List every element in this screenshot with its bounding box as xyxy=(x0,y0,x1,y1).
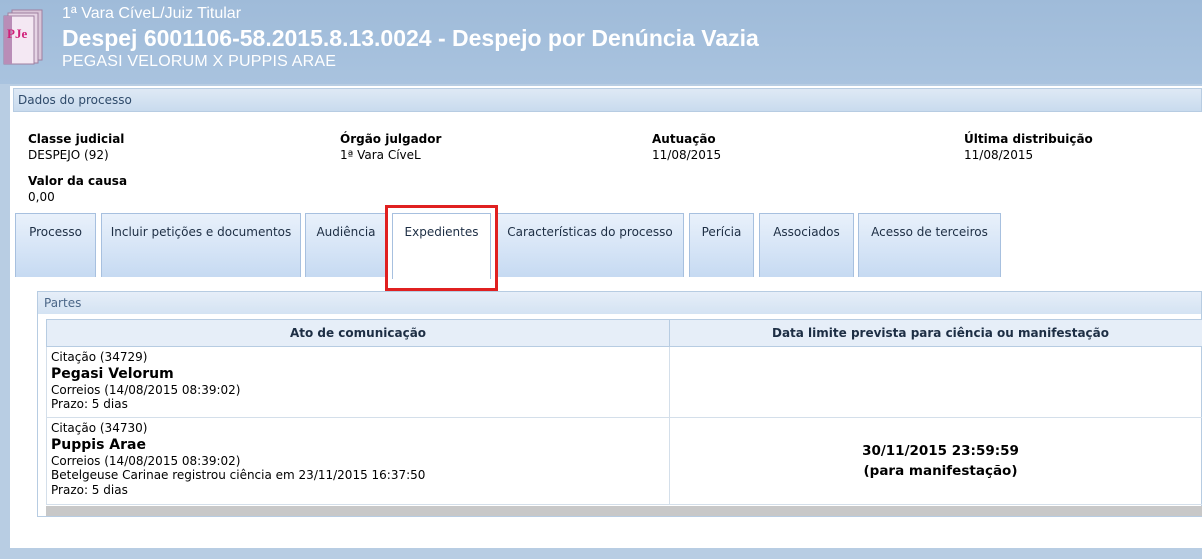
field-value: 0,00 xyxy=(28,190,55,204)
field-label: Última distribuição xyxy=(964,132,1093,146)
field-value: DESPEJO (92) xyxy=(28,148,109,162)
column-header-ato[interactable]: Ato de comunicação xyxy=(46,319,670,347)
prazo-label: Prazo: 5 dias xyxy=(51,482,128,497)
highlight-box xyxy=(385,205,498,291)
meio-envio: Correios (14/08/2015 08:39:02) xyxy=(51,382,241,397)
data-limite-cell xyxy=(669,346,1202,418)
field-value: 1ª Vara CíveL xyxy=(340,148,421,162)
meio-envio: Correios (14/08/2015 08:39:02) xyxy=(51,453,241,468)
table-row[interactable]: Citação (34729) Pegasi Velorum Correios … xyxy=(46,346,1202,418)
field-valor-causa: Valor da causa 0,00 xyxy=(28,174,127,205)
process-header: PJe 1ª Vara CíveL/Juiz Titular Despej 60… xyxy=(0,0,1202,84)
ato-cell: Citação (34730) Puppis Arae Correios (14… xyxy=(46,417,670,505)
field-label: Órgão julgador xyxy=(340,132,442,146)
data-limite-cell: 30/11/2015 23:59:59 (para manifestação) xyxy=(669,417,1202,505)
field-value: 11/08/2015 xyxy=(652,148,722,162)
tab-associados[interactable]: Associados xyxy=(759,213,854,277)
orgao-judge: 1ª Vara CíveL/Juiz Titular xyxy=(62,5,242,22)
tab-audiencia[interactable]: Audiência xyxy=(305,213,387,277)
tab-label: Audiência xyxy=(316,225,376,239)
tab-label: Processo xyxy=(29,225,82,239)
tab-pericia[interactable]: Perícia xyxy=(689,213,754,277)
tab-label: Acesso de terceiros xyxy=(871,225,988,239)
tab-caracteristicas[interactable]: Características do processo xyxy=(496,213,684,277)
expedientes-table: Ato de comunicação Data limite prevista … xyxy=(46,319,1202,505)
tab-label: Associados xyxy=(773,225,840,239)
field-label: Valor da causa xyxy=(28,174,128,188)
tab-label: Incluir petições e documentos xyxy=(110,225,292,239)
tab-label: Perícia xyxy=(701,225,742,239)
tab-acesso-terceiros[interactable]: Acesso de terceiros xyxy=(858,213,1001,277)
partes-panel: Partes Ato de comunicação Data limite pr… xyxy=(37,291,1202,517)
table-header-row: Ato de comunicação Data limite prevista … xyxy=(46,319,1202,347)
table-row[interactable]: Citação (34730) Puppis Arae Correios (14… xyxy=(46,417,1202,505)
tab-incluir-peticoes[interactable]: Incluir petições e documentos xyxy=(101,213,301,277)
citacao-label: Citação (34730) xyxy=(51,421,148,435)
field-autuacao: Autuação 11/08/2015 xyxy=(652,132,721,163)
svg-text:PJe: PJe xyxy=(7,26,27,41)
table-scrollbar[interactable] xyxy=(46,506,1202,516)
dados-panel-title: Dados do processo xyxy=(13,88,1202,112)
column-header-data-limite[interactable]: Data limite prevista para ciência ou man… xyxy=(669,319,1202,347)
field-label: Classe judicial xyxy=(28,132,125,146)
ciencia-registro: Betelgeuse Carinae registrou ciência em … xyxy=(51,468,426,482)
partes-panel-title: Partes xyxy=(38,292,1201,314)
data-limite-value: 30/11/2015 23:59:59 xyxy=(862,443,1019,459)
field-label: Autuação xyxy=(652,132,716,146)
parties-subtitle: PEGASI VELORUM X PUPPIS ARAE xyxy=(62,53,337,70)
tab-label: Características do processo xyxy=(507,225,673,239)
page-title: Despej 6001106-58.2015.8.13.0024 - Despe… xyxy=(62,25,759,51)
party-name: Puppis Arae xyxy=(51,436,146,453)
pje-logo-icon[interactable]: PJe xyxy=(2,8,46,66)
field-value: 11/08/2015 xyxy=(964,148,1034,162)
data-limite-type: (para manifestação) xyxy=(863,463,1018,479)
field-classe-judicial: Classe judicial DESPEJO (92) xyxy=(28,132,124,163)
tab-processo[interactable]: Processo xyxy=(15,213,96,277)
field-ultima-distribuicao: Última distribuição 11/08/2015 xyxy=(964,132,1093,163)
party-name: Pegasi Velorum xyxy=(51,365,174,382)
prazo-label: Prazo: 5 dias xyxy=(51,397,128,411)
ato-cell: Citação (34729) Pegasi Velorum Correios … xyxy=(46,346,670,418)
field-orgao-julgador: Órgão julgador 1ª Vara CíveL xyxy=(340,132,441,163)
process-tabs: Processo Incluir petições e documentos A… xyxy=(15,213,1202,279)
citacao-label: Citação (34729) xyxy=(51,350,148,364)
